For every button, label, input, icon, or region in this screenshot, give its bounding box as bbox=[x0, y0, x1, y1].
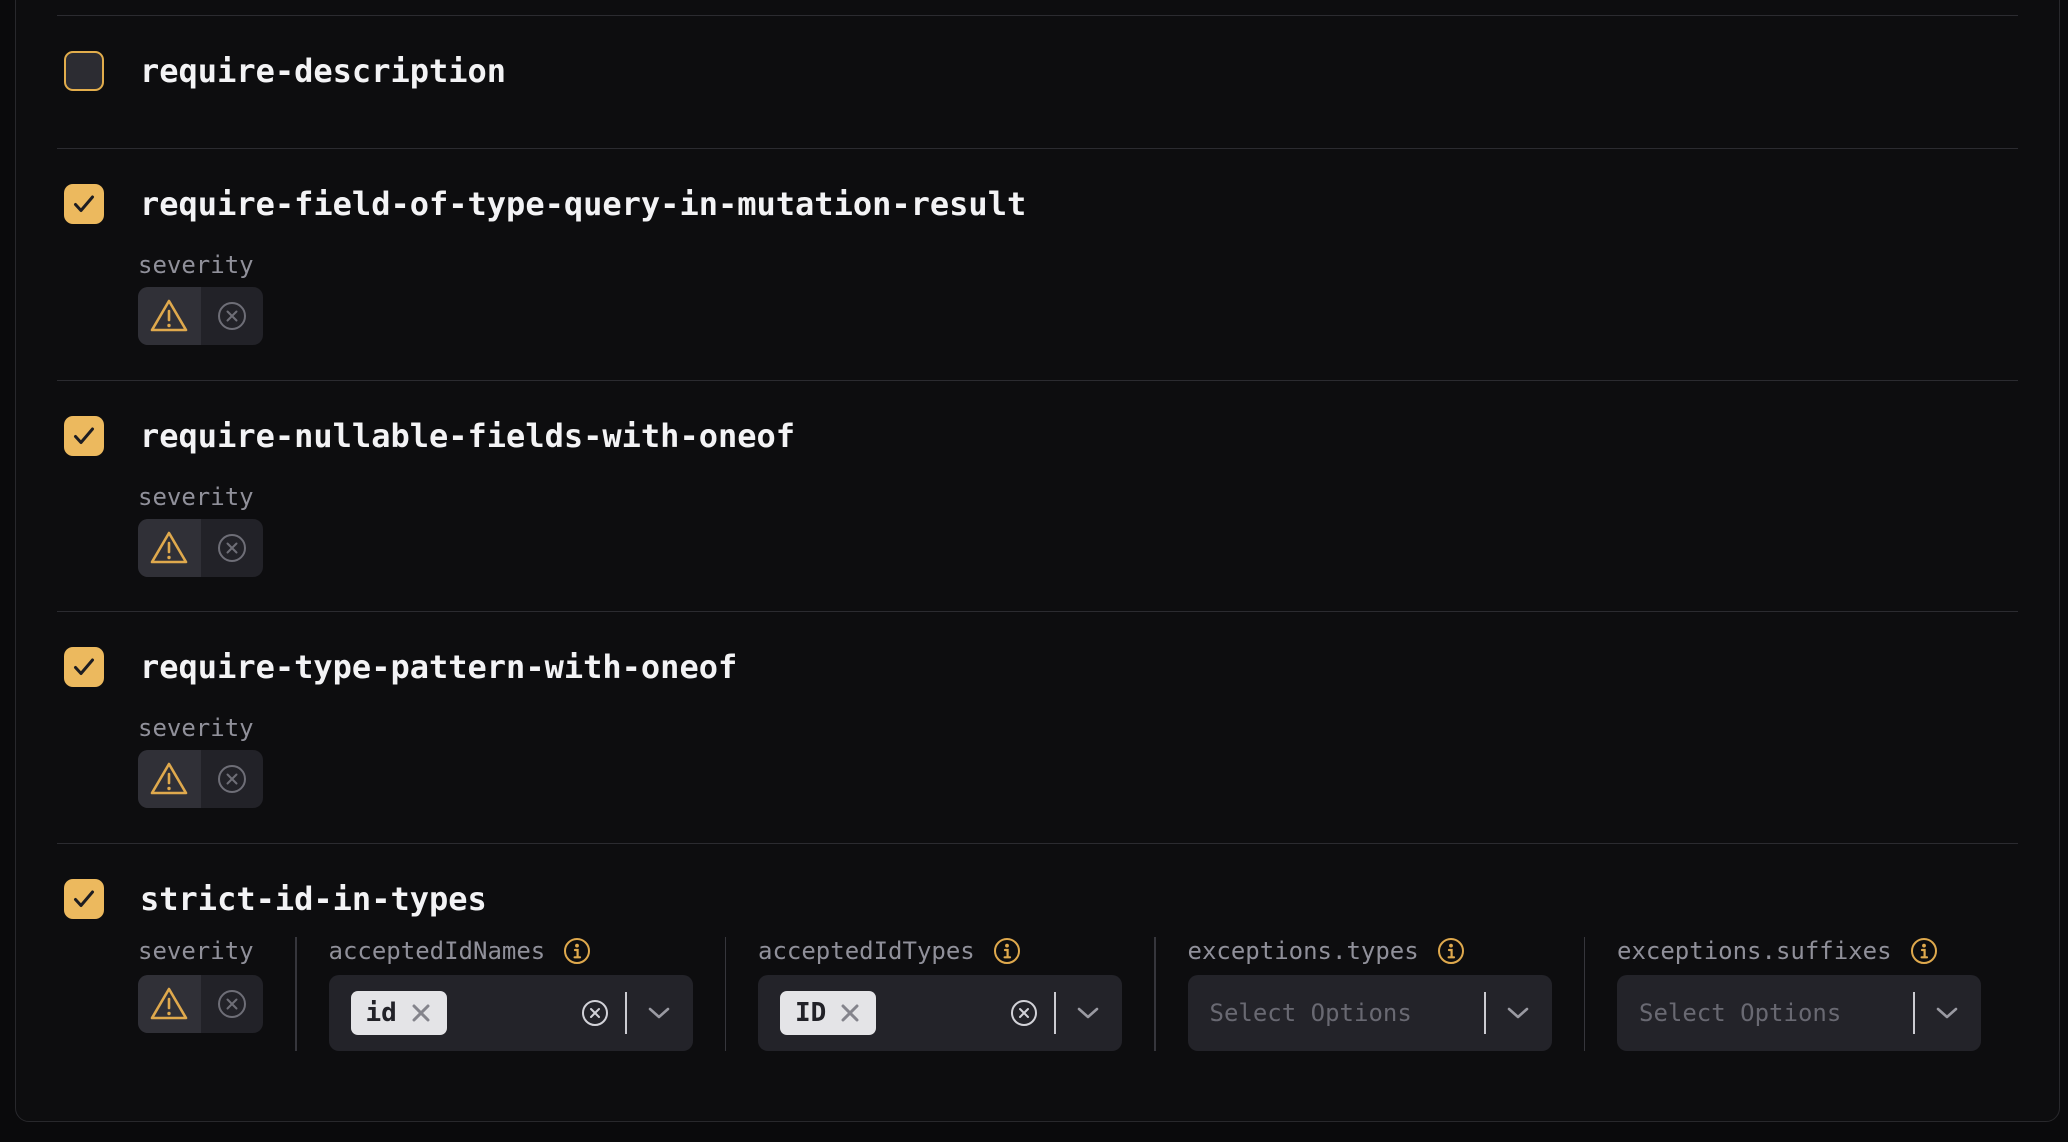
severity-label: severity bbox=[138, 483, 2018, 511]
warning-icon bbox=[149, 986, 189, 1022]
select-separator bbox=[1484, 992, 1486, 1034]
rule-row-require-description: require-description bbox=[57, 15, 2018, 148]
rules-panel: require-description require-field-of-typ… bbox=[15, 0, 2060, 1122]
severity-label: severity bbox=[138, 251, 2018, 279]
panel-top-spacer bbox=[57, 0, 2018, 15]
severity-toggle bbox=[138, 287, 263, 345]
circle-x-icon bbox=[216, 988, 248, 1020]
chevron-down-icon[interactable] bbox=[1076, 1006, 1100, 1020]
check-icon bbox=[72, 426, 96, 446]
info-icon[interactable] bbox=[993, 937, 1021, 965]
severity-off-button[interactable] bbox=[201, 750, 264, 808]
rule-checkbox[interactable] bbox=[64, 184, 104, 224]
warning-icon bbox=[149, 530, 189, 566]
chevron-down-icon[interactable] bbox=[647, 1006, 671, 1020]
selected-tag: id bbox=[351, 991, 447, 1035]
selected-tag: ID bbox=[780, 991, 876, 1035]
severity-off-button[interactable] bbox=[201, 975, 264, 1033]
info-icon[interactable] bbox=[1910, 937, 1938, 965]
rule-checkbox[interactable] bbox=[64, 51, 104, 91]
rule-row-strict-id-in-types: strict-id-in-types severity acceptedIdNa… bbox=[57, 843, 2018, 1121]
select-placeholder: Select Options bbox=[1210, 999, 1412, 1027]
severity-warn-button[interactable] bbox=[138, 287, 201, 345]
rule-row-require-field-of-type-query-in-mutation-result: require-field-of-type-query-in-mutation-… bbox=[57, 148, 2018, 380]
check-icon bbox=[72, 889, 96, 909]
info-icon[interactable] bbox=[563, 937, 591, 965]
chevron-down-icon[interactable] bbox=[1935, 1006, 1959, 1020]
severity-warn-button[interactable] bbox=[138, 519, 201, 577]
option-column-acceptedIdTypes: acceptedIdTypes ID bbox=[758, 937, 1122, 1051]
select-placeholder: Select Options bbox=[1639, 999, 1841, 1027]
option-label: acceptedIdTypes bbox=[758, 937, 975, 965]
multiselect-acceptedIdNames[interactable]: id bbox=[329, 975, 693, 1051]
column-divider bbox=[725, 937, 727, 1051]
rule-row-require-nullable-fields-with-oneof: require-nullable-fields-with-oneof sever… bbox=[57, 380, 2018, 612]
column-divider bbox=[295, 937, 297, 1051]
check-icon bbox=[72, 657, 96, 677]
severity-warn-button[interactable] bbox=[138, 750, 201, 808]
rule-title: strict-id-in-types bbox=[140, 880, 487, 918]
severity-label: severity bbox=[138, 714, 2018, 742]
option-label: exceptions.suffixes bbox=[1617, 937, 1892, 965]
tag-label: ID bbox=[795, 998, 826, 1028]
circle-x-icon bbox=[216, 763, 248, 795]
rule-title: require-nullable-fields-with-oneof bbox=[140, 417, 795, 455]
rule-row-require-type-pattern-with-oneof: require-type-pattern-with-oneof severity bbox=[57, 611, 2018, 843]
severity-warn-button[interactable] bbox=[138, 975, 201, 1033]
severity-label: severity bbox=[138, 937, 254, 965]
severity-toggle bbox=[138, 519, 263, 577]
column-divider bbox=[1584, 937, 1586, 1051]
option-label: exceptions.types bbox=[1188, 937, 1419, 965]
severity-toggle bbox=[138, 750, 263, 808]
select-separator bbox=[1054, 992, 1056, 1034]
clear-icon[interactable] bbox=[1010, 999, 1038, 1027]
multiselect-exceptions-types[interactable]: Select Options bbox=[1188, 975, 1552, 1051]
circle-x-icon bbox=[216, 300, 248, 332]
select-separator bbox=[1913, 992, 1915, 1034]
chevron-down-icon[interactable] bbox=[1506, 1006, 1530, 1020]
rule-checkbox[interactable] bbox=[64, 879, 104, 919]
option-column-acceptedIdNames: acceptedIdNames id bbox=[329, 937, 693, 1051]
info-icon[interactable] bbox=[1437, 937, 1465, 965]
rule-checkbox[interactable] bbox=[64, 647, 104, 687]
rule-title: require-type-pattern-with-oneof bbox=[140, 648, 737, 686]
severity-off-button[interactable] bbox=[201, 519, 264, 577]
option-column-exceptions-suffixes: exceptions.suffixes Select Options bbox=[1617, 937, 1981, 1051]
rule-checkbox[interactable] bbox=[64, 416, 104, 456]
multiselect-acceptedIdTypes[interactable]: ID bbox=[758, 975, 1122, 1051]
severity-column: severity bbox=[138, 937, 263, 1033]
rule-title: require-field-of-type-query-in-mutation-… bbox=[140, 185, 1026, 223]
severity-off-button[interactable] bbox=[201, 287, 264, 345]
check-icon bbox=[72, 194, 96, 214]
select-separator bbox=[625, 992, 627, 1034]
warning-icon bbox=[149, 298, 189, 334]
severity-toggle bbox=[138, 975, 263, 1033]
tag-remove-icon[interactable] bbox=[410, 1002, 432, 1024]
option-column-exceptions-types: exceptions.types Select Options bbox=[1188, 937, 1552, 1051]
rule-title: require-description bbox=[140, 52, 506, 90]
tag-label: id bbox=[366, 998, 397, 1028]
warning-icon bbox=[149, 761, 189, 797]
clear-icon[interactable] bbox=[581, 999, 609, 1027]
option-label: acceptedIdNames bbox=[329, 937, 546, 965]
circle-x-icon bbox=[216, 532, 248, 564]
column-divider bbox=[1154, 937, 1156, 1051]
tag-remove-icon[interactable] bbox=[839, 1002, 861, 1024]
multiselect-exceptions-suffixes[interactable]: Select Options bbox=[1617, 975, 1981, 1051]
